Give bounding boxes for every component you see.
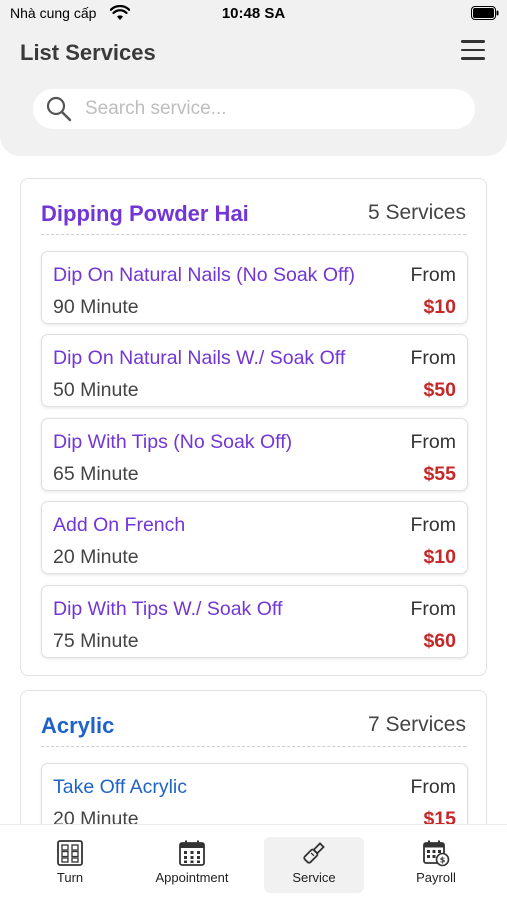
tab-appointment[interactable]: Appointment <box>142 837 242 893</box>
clock-label: 10:48 SA <box>221 5 286 22</box>
hamburger-line <box>461 57 485 60</box>
search-input[interactable] <box>85 98 445 120</box>
battery-icon <box>471 6 499 20</box>
service-duration: 50 Minute <box>53 379 139 401</box>
service-name: Take Off Acrylic <box>53 776 188 798</box>
service-item[interactable]: Dip With Tips (No Soak Off) From 65 Minu… <box>41 418 468 491</box>
service-name: Dip On Natural Nails W./ Soak Off <box>53 347 346 369</box>
category-name: Dipping Powder Hai <box>41 201 249 226</box>
category-header: Acrylic 7 Services <box>41 691 466 747</box>
category-service-count: 7 Services <box>367 713 466 736</box>
category-service-count: 5 Services <box>367 201 466 224</box>
turn-grid-icon <box>57 840 83 866</box>
tab-turn[interactable]: Turn <box>20 837 120 893</box>
service-item[interactable]: Dip On Natural Nails (No Soak Off) From … <box>41 251 468 324</box>
hamburger-line <box>461 48 485 51</box>
service-from-label: From <box>410 431 457 453</box>
category-name: Acrylic <box>41 713 115 738</box>
menu-button[interactable] <box>461 40 487 64</box>
category-header: Dipping Powder Hai 5 Services <box>41 179 466 235</box>
service-name: Add On French <box>53 514 186 536</box>
service-name: Dip With Tips (No Soak Off) <box>53 431 293 453</box>
service-from-label: From <box>410 264 457 286</box>
service-price: $15 <box>423 808 456 824</box>
service-price: $60 <box>423 630 456 652</box>
service-from-label: From <box>410 514 457 536</box>
calendar-icon <box>179 840 205 866</box>
payroll-calendar-icon: $ <box>423 840 450 867</box>
service-item[interactable]: Dip On Natural Nails W./ Soak Off From 5… <box>41 334 468 407</box>
service-price: $50 <box>423 379 456 401</box>
search-bar[interactable] <box>33 89 475 129</box>
tab-label: Appointment <box>155 870 229 885</box>
tab-payroll[interactable]: $ Payroll <box>386 837 486 893</box>
tab-label: Payroll <box>416 870 456 885</box>
service-duration: 90 Minute <box>53 296 139 318</box>
service-from-label: From <box>410 347 457 369</box>
svg-text:$: $ <box>440 856 446 865</box>
service-price: $10 <box>423 546 456 568</box>
category-card: Acrylic 7 Services Take Off Acrylic From… <box>20 690 487 824</box>
search-icon <box>46 96 72 122</box>
services-list[interactable]: Dipping Powder Hai 5 Services Dip On Nat… <box>0 156 507 824</box>
bottom-tab-bar: Turn Appointment Service $ Payroll <box>0 824 507 900</box>
service-name: Dip With Tips W./ Soak Off <box>53 598 283 620</box>
service-duration: 65 Minute <box>53 463 139 485</box>
service-item[interactable]: Take Off Acrylic From 20 Minute $15 <box>41 763 468 824</box>
service-duration: 20 Minute <box>53 546 139 568</box>
service-duration: 20 Minute <box>53 808 139 824</box>
category-card: Dipping Powder Hai 5 Services Dip On Nat… <box>20 178 487 676</box>
service-from-label: From <box>410 598 457 620</box>
tab-service[interactable]: Service <box>264 837 364 893</box>
service-item[interactable]: Dip With Tips W./ Soak Off From 75 Minut… <box>41 585 468 658</box>
service-item[interactable]: Add On French From 20 Minute $10 <box>41 501 468 574</box>
hamburger-icon <box>461 40 485 43</box>
service-name: Dip On Natural Nails (No Soak Off) <box>53 264 355 286</box>
header-area: Nhà cung cấp 10:48 SA List Services <box>0 0 507 156</box>
service-price: $55 <box>423 463 456 485</box>
service-duration: 75 Minute <box>53 630 139 652</box>
page-title: List Services <box>20 40 156 65</box>
nail-polish-icon <box>303 842 325 864</box>
tab-label: Service <box>292 870 336 885</box>
service-price: $10 <box>423 296 456 318</box>
status-bar: Nhà cung cấp 10:48 SA <box>0 0 507 28</box>
tab-label: Turn <box>56 870 84 885</box>
service-from-label: From <box>410 776 457 798</box>
